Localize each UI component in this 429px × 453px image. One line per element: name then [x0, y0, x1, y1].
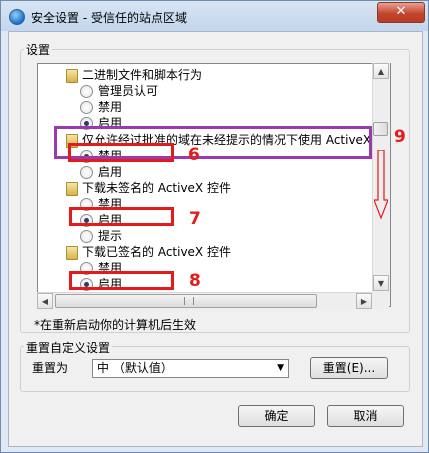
radio-circle[interactable] [80, 166, 93, 179]
settings-legend: 设置 [24, 41, 53, 58]
ok-button[interactable]: 确定 [238, 405, 315, 427]
scroll-up-button[interactable]: ▲ [373, 63, 389, 79]
radio-label: 提示 [98, 229, 123, 243]
radio-label: 启用 [98, 165, 123, 179]
tree-item-label: 下载未签名的 ActiveX 控件 [82, 181, 231, 195]
title-bar: 安全设置 - 受信任的站点区域 ✕ [1, 1, 428, 31]
close-button[interactable]: ✕ [377, 2, 425, 23]
radio-circle[interactable] [80, 85, 93, 98]
radio-label: 禁用 [98, 100, 123, 114]
reset-legend: 重置自定义设置 [24, 339, 113, 356]
restart-note: *在重新启动你的计算机后生效 [34, 318, 197, 332]
folder-icon [66, 69, 78, 83]
window-title: 安全设置 - 受信任的站点区域 [31, 11, 187, 25]
tree-item-label: 二进制文件和脚本行为 [82, 68, 203, 82]
scroll-down-button[interactable]: ▼ [373, 275, 389, 291]
folder-icon [66, 246, 78, 260]
radio-circle[interactable] [80, 230, 93, 243]
folder-icon [66, 182, 78, 196]
annotation-number-9: 9 [394, 127, 406, 147]
reset-to-label: 重置为 [32, 361, 69, 375]
annotation-box-red [69, 271, 174, 290]
scroll-left-button[interactable]: ◀ [37, 293, 53, 309]
scrollbar-corner [372, 292, 389, 309]
annotation-number-6: 6 [188, 145, 200, 165]
chevron-down-icon: ▼ [277, 363, 284, 373]
annotation-number-7: 7 [189, 209, 201, 229]
globe-icon [9, 9, 25, 25]
radio-label: 管理员认可 [98, 84, 159, 98]
annotation-number-8: 8 [189, 271, 201, 291]
scroll-right-button[interactable]: ▶ [356, 293, 372, 309]
reset-level-select[interactable]: 中 （默认值） ▼ [92, 359, 289, 378]
reset-button[interactable]: 重置(E)... [310, 357, 388, 379]
annotation-box-red [69, 207, 174, 226]
cancel-button[interactable]: 取消 [327, 405, 404, 427]
vertical-scroll-thumb[interactable] [373, 122, 388, 136]
annotation-box-red [68, 143, 174, 162]
reset-level-value: 中 （默认值） [97, 361, 173, 375]
scroll-grip-icon [184, 297, 194, 305]
radio-circle[interactable] [80, 101, 93, 114]
tree-item-label: 下载已签名的 ActiveX 控件 [82, 245, 231, 259]
down-arrow-annotation-icon [374, 150, 388, 220]
